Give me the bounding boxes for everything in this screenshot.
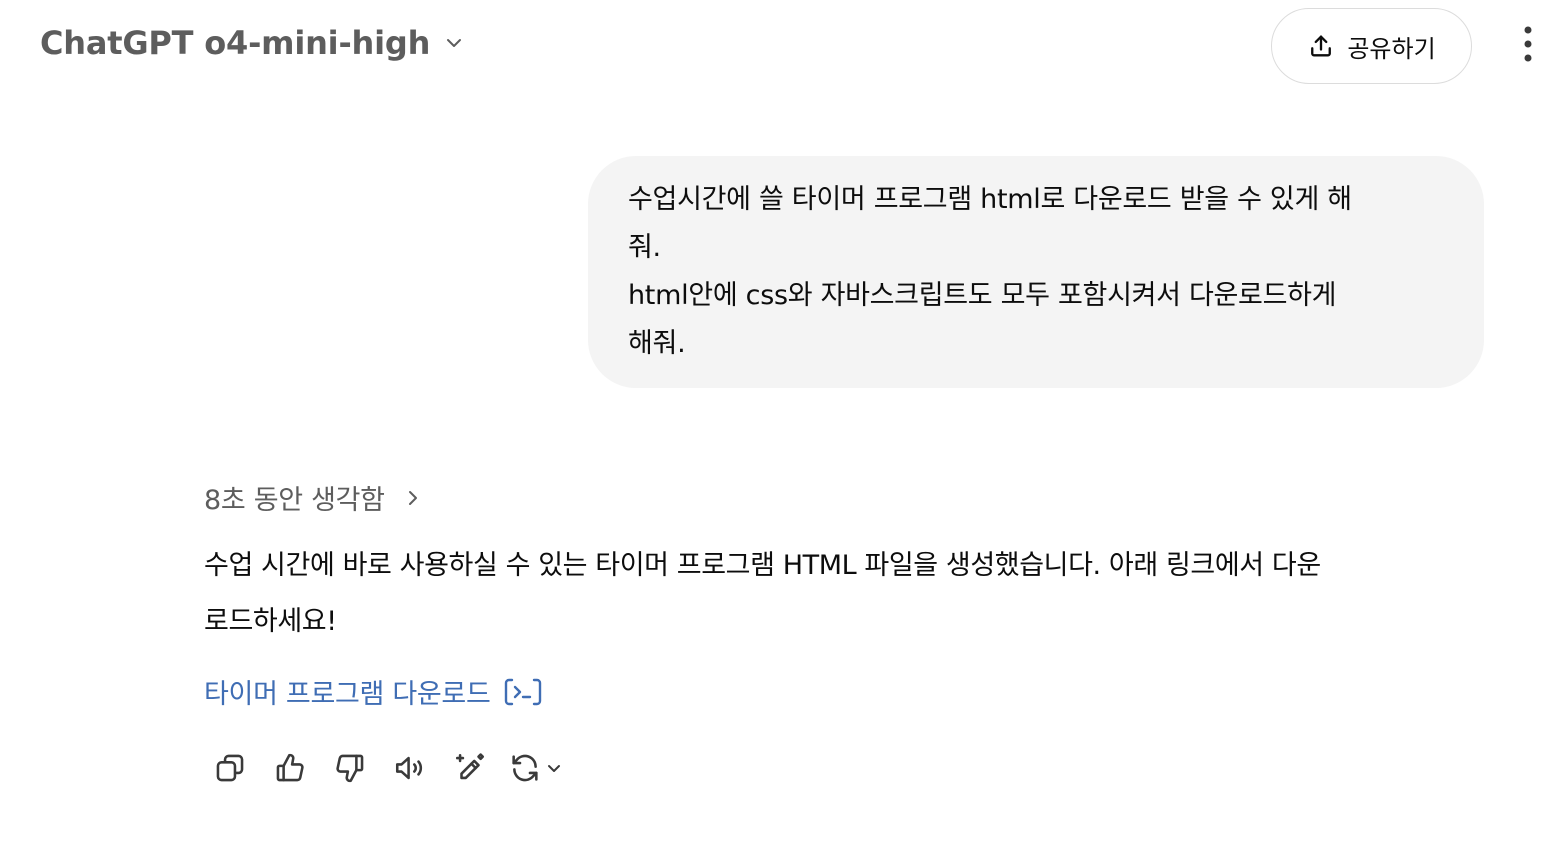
chevron-down-icon: [442, 31, 466, 55]
copy-icon: [216, 754, 244, 782]
share-button[interactable]: 공유하기: [1271, 8, 1472, 84]
model-switcher[interactable]: ChatGPT o4-mini-high: [40, 24, 466, 62]
upload-icon: [1307, 32, 1335, 60]
bad-response-button[interactable]: [320, 746, 380, 790]
chevron-down-icon: [548, 765, 560, 772]
code-interpreter-icon: [503, 676, 543, 708]
assistant-message: 수업 시간에 바로 사용하실 수 있는 타이머 프로그램 HTML 파일을 생성…: [204, 538, 1484, 650]
edit-in-canvas-button[interactable]: [440, 746, 500, 790]
chat-page: ChatGPT o4-mini-high 공유하기 수업시간에 쓸 타이머 프로…: [0, 0, 1564, 868]
regenerate-button[interactable]: [500, 746, 572, 790]
user-message-line: 수업시간에 쓸 타이머 프로그램 html로 다운로드 받을 수 있게 해: [628, 184, 1352, 215]
user-message-line: 줘.: [628, 232, 661, 263]
user-message-bubble: 수업시간에 쓸 타이머 프로그램 html로 다운로드 받을 수 있게 해 줘.…: [588, 156, 1484, 388]
thumbs-up-icon: [276, 753, 304, 782]
download-link-label: 타이머 프로그램 다운로드: [204, 679, 491, 710]
edit-sparkle-icon: [455, 753, 485, 780]
assistant-message-line: 로드하세요!: [204, 606, 337, 637]
reasoning-label: 8초 동안 생각함: [204, 485, 385, 516]
assistant-message-line: 수업 시간에 바로 사용하실 수 있는 타이머 프로그램 HTML 파일을 생성…: [204, 550, 1321, 581]
copy-button[interactable]: [200, 746, 260, 790]
download-link[interactable]: 타이머 프로그램 다운로드: [204, 672, 543, 711]
thumbs-down-icon: [336, 754, 364, 783]
message-actions: [200, 746, 572, 790]
model-name: ChatGPT o4-mini-high: [40, 24, 431, 62]
more-options-button[interactable]: [1508, 26, 1548, 66]
good-response-button[interactable]: [260, 746, 320, 790]
user-message-line: 해줘.: [628, 328, 686, 359]
user-message-line: html안에 css와 자바스크립트도 모두 포함시켜서 다운로드하게: [628, 280, 1337, 311]
reasoning-toggle[interactable]: 8초 동안 생각함: [204, 478, 423, 517]
refresh-icon: [512, 754, 538, 782]
more-vertical-icon: [1524, 26, 1532, 66]
share-label: 공유하기: [1347, 34, 1436, 63]
speaker-icon: [395, 756, 423, 780]
read-aloud-button[interactable]: [380, 746, 440, 790]
chevron-right-icon: [403, 488, 423, 508]
